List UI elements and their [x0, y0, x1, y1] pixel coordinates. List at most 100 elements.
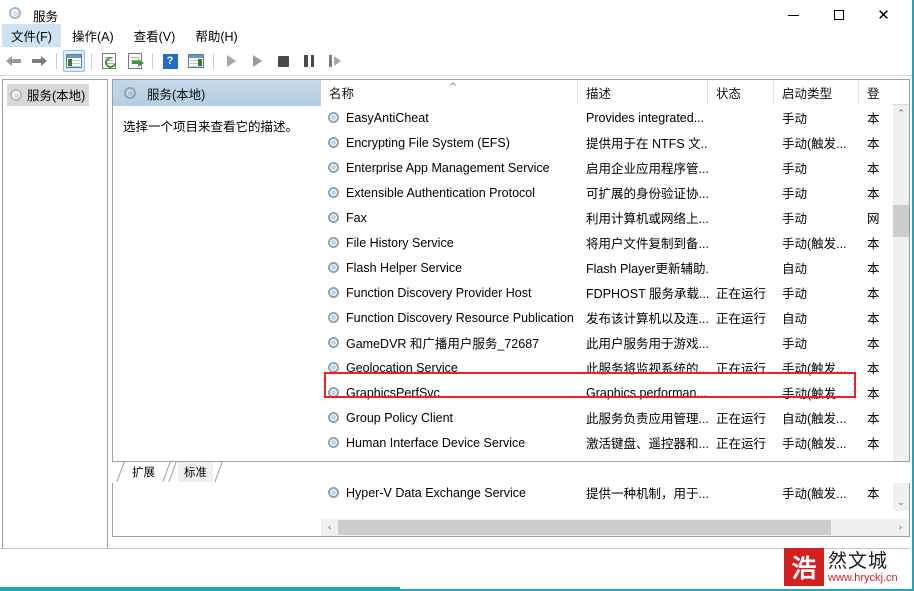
- table-row[interactable]: Enterprise App Management Service 启用企业应用程…: [321, 155, 893, 180]
- refresh-icon[interactable]: [98, 50, 120, 72]
- table-row[interactable]: Function Discovery Resource Publication 发…: [321, 305, 893, 330]
- cell-start: 手动(触发...: [782, 237, 847, 251]
- back-arrow-icon[interactable]: [2, 50, 24, 72]
- column-header-description[interactable]: 描述: [578, 80, 708, 105]
- cell-desc: 此服务将监视系统的...: [586, 362, 708, 376]
- horizontal-scrollbar[interactable]: ‹ ›: [321, 519, 909, 536]
- scroll-down-icon[interactable]: ⌄: [893, 494, 909, 511]
- table-row[interactable]: EasyAntiCheat Provides integrated... 手动 本: [321, 105, 893, 130]
- cell-desc: 提供一种机制，用于...: [586, 487, 708, 501]
- column-header-status[interactable]: 状态: [708, 80, 774, 105]
- column-header-startup-type[interactable]: 启动类型: [774, 80, 859, 105]
- table-row[interactable]: Human Interface Device Service 激活键盘、遥控器和.…: [321, 430, 893, 455]
- table-row[interactable]: GraphicsPerfSvc Graphics performan... 手动(触…: [321, 380, 893, 405]
- vertical-scrollbar[interactable]: ⌃ ⌄: [893, 105, 909, 511]
- cell-name: Enterprise App Management Service: [321, 155, 578, 180]
- cell-state: [708, 230, 774, 255]
- cell-logon: 网: [867, 212, 880, 226]
- toolbar-separator-1: [56, 53, 57, 69]
- table-row[interactable]: Fax 利用计算机或网络上... 手动 网: [321, 205, 893, 230]
- table-row[interactable]: Hyper-V Guest Service Interface 为 Hyper-V…: [321, 505, 893, 512]
- show-hide-console-tree-icon[interactable]: [63, 50, 85, 72]
- service-gear-icon: [327, 411, 341, 425]
- view-tab-strip: 扩展 标准: [112, 461, 910, 483]
- table-row[interactable]: File History Service 将用户文件复制到备... 手动(触发...…: [321, 230, 893, 255]
- service-name-label: Human Interface Device Service: [346, 435, 526, 450]
- resume-service-icon[interactable]: [246, 50, 268, 72]
- cell-state: [708, 380, 774, 405]
- cell-state: [708, 255, 774, 280]
- service-name-label: Flash Helper Service: [346, 260, 463, 275]
- horizontal-scroll-track[interactable]: [831, 519, 892, 536]
- horizontal-scroll-thumb[interactable]: [338, 520, 831, 535]
- service-name-label: Group Policy Client: [346, 410, 453, 425]
- toolbar-separator-4: [213, 53, 214, 69]
- cell-desc: 此用户服务用于游戏...: [586, 337, 708, 351]
- list-rows: EasyAntiCheat Provides integrated... 手动本 En…: [321, 105, 893, 511]
- service-gear-icon: [327, 286, 341, 300]
- cell-state: [708, 180, 774, 205]
- menu-item-file[interactable]: 文件(F): [2, 24, 61, 48]
- service-gear-icon: [327, 211, 341, 225]
- table-row[interactable]: GameDVR 和广播用户服务_72687 此用户服务用于游戏... 手动 本: [321, 330, 893, 355]
- watermark-text: 然文城 www.hryckj.cn: [828, 550, 898, 585]
- table-row[interactable]: Function Discovery Provider Host FDPHOST …: [321, 280, 893, 305]
- column-header-name-label: 名称: [329, 87, 355, 101]
- table-row[interactable]: Extensible Authentication Protocol 可扩展的身份…: [321, 180, 893, 205]
- column-header-name[interactable]: 名称 ^: [321, 80, 578, 105]
- pause-service-icon[interactable]: [298, 50, 320, 72]
- cell-logon: 本: [867, 287, 880, 301]
- vertical-scroll-thumb[interactable]: [893, 205, 909, 237]
- service-name-label: Hyper-V Data Exchange Service: [346, 485, 526, 500]
- help-icon[interactable]: ?: [159, 50, 181, 72]
- status-bar: [0, 548, 910, 587]
- cell-state: [708, 155, 774, 180]
- cell-logon: 本: [867, 137, 880, 151]
- cell-start: 自动: [782, 262, 808, 276]
- scroll-left-icon[interactable]: ‹: [321, 519, 338, 536]
- cell-name: Function Discovery Provider Host: [321, 280, 578, 305]
- scroll-right-icon[interactable]: ›: [892, 519, 909, 536]
- cell-start: 手动: [782, 287, 808, 301]
- cell-name: File History Service: [321, 230, 578, 255]
- cell-name: Hyper-V Data Exchange Service: [321, 480, 578, 505]
- export-list-icon[interactable]: [124, 50, 146, 72]
- tab-standard[interactable]: 标准: [178, 462, 213, 482]
- tab-extended[interactable]: 扩展: [126, 462, 161, 482]
- show-action-pane-icon[interactable]: [185, 50, 207, 72]
- cell-start: 手动(触发...: [782, 387, 847, 401]
- menu-item-help[interactable]: 帮助(H): [186, 24, 246, 48]
- service-name-label: File History Service: [346, 235, 454, 250]
- cell-logon: 本: [867, 362, 880, 376]
- cell-start: 手动: [782, 112, 808, 126]
- forward-arrow-icon[interactable]: [28, 50, 50, 72]
- menu-item-view[interactable]: 查看(V): [125, 24, 185, 48]
- table-row[interactable]: Encrypting File System (EFS) 提供用于在 NTFS 文…: [321, 130, 893, 155]
- table-row[interactable]: Group Policy Client 此服务负责应用管理... 正在运行 自动(触发…: [321, 405, 893, 430]
- start-service-icon[interactable]: [220, 50, 242, 72]
- cell-logon: 本: [867, 262, 880, 276]
- cell-desc: 发布该计算机以及连...: [586, 312, 708, 326]
- tree-node-services-local[interactable]: 服务(本地): [7, 84, 90, 106]
- table-row[interactable]: Geolocation Service 此服务将监视系统的... 正在运行 手动(触发…: [321, 355, 893, 380]
- column-header-log-on-as[interactable]: 登: [859, 80, 893, 105]
- service-gear-icon: [327, 111, 341, 125]
- cell-desc: Graphics performan...: [586, 385, 707, 400]
- table-row[interactable]: Flash Helper Service Flash Player更新辅助... 自…: [321, 255, 893, 280]
- cell-start: 手动(触发...: [774, 505, 859, 511]
- stop-service-icon[interactable]: [272, 50, 294, 72]
- scroll-up-icon[interactable]: ⌃: [893, 105, 909, 122]
- cell-state: 正在运行: [716, 437, 767, 451]
- table-row[interactable]: Hyper-V Data Exchange Service 提供一种机制，用于..…: [321, 480, 893, 505]
- service-gear-icon: [327, 136, 341, 150]
- services-gear-icon: [123, 86, 137, 100]
- service-name-label: GameDVR 和广播用户服务_72687: [346, 337, 540, 351]
- services-window: 服务 ✕ 文件(F) 操作(A) 查看(V) 帮助(H) ? 服务(本地) 服务…: [0, 0, 914, 591]
- restart-service-icon[interactable]: [324, 50, 346, 72]
- menu-item-action[interactable]: 操作(A): [63, 24, 123, 48]
- toolbar: ?: [0, 47, 912, 76]
- cell-logon: 本: [867, 187, 880, 201]
- watermark-name: 然文城: [828, 549, 889, 572]
- cell-start: 手动(触发...: [782, 437, 847, 451]
- cell-name: Flash Helper Service: [321, 255, 578, 280]
